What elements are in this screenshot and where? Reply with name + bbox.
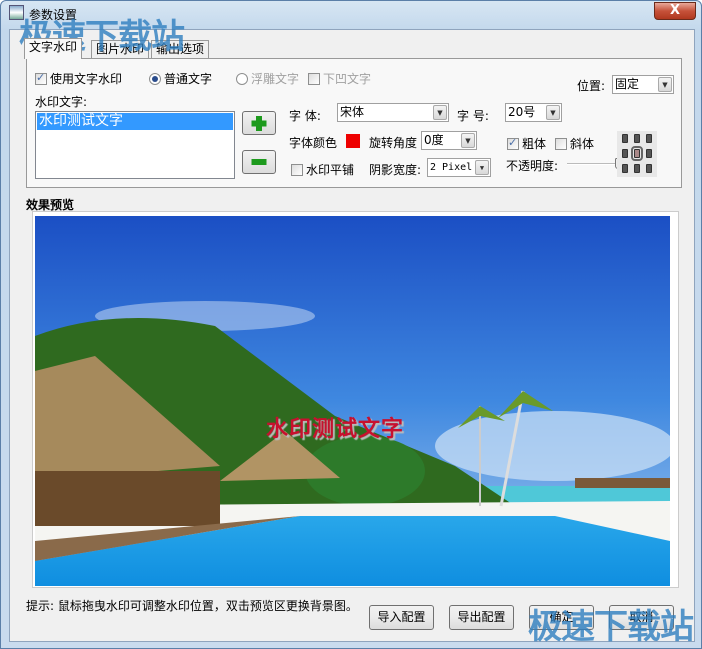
minus-icon: [251, 159, 267, 165]
checkbox-label: 下凹文字: [323, 72, 372, 86]
align-bottom-left[interactable]: [622, 164, 628, 173]
cancel-button[interactable]: 取消: [609, 605, 674, 630]
position-label: 位置:: [577, 79, 606, 93]
opacity-label: 不透明度:: [506, 159, 559, 173]
title-bar: 参数设置 X: [1, 1, 701, 25]
checkbox-label: 斜体: [570, 137, 595, 151]
align-bottom[interactable]: [634, 164, 640, 173]
tab-text-watermark[interactable]: 文字水印: [24, 38, 83, 59]
normal-text-radio[interactable]: 普通文字: [149, 70, 212, 87]
radio-icon: [236, 73, 248, 85]
checkbox-icon: [291, 164, 303, 176]
align-right[interactable]: [646, 149, 652, 158]
watermark-text-list[interactable]: 水印测试文字: [35, 111, 235, 179]
plus-icon: [251, 116, 267, 131]
align-top-left[interactable]: [622, 134, 628, 143]
window-title: 参数设置: [29, 8, 78, 22]
size-select[interactable]: 20号 ▼: [505, 103, 562, 122]
shadow-select[interactable]: 2 Pixel ▼: [427, 158, 491, 177]
size-value: 20号: [508, 105, 536, 119]
dialog-body: 文字水印 图片水印 输出选项 使用文字水印 普通文字 浮雕文字 下凹文字 位置:…: [9, 29, 695, 642]
list-item[interactable]: 水印测试文字: [37, 113, 233, 130]
chevron-down-icon: ▼: [475, 160, 489, 175]
preview-watermark-text[interactable]: 水印测试文字: [266, 411, 404, 443]
position-select[interactable]: 固定 ▼: [612, 75, 674, 94]
italic-checkbox[interactable]: 斜体: [555, 135, 594, 152]
align-left[interactable]: [622, 149, 628, 158]
import-config-button[interactable]: 导入配置: [369, 605, 434, 630]
chevron-down-icon: ▼: [433, 105, 447, 120]
tab-image-watermark[interactable]: 图片水印: [91, 40, 150, 58]
font-value: 宋体: [340, 105, 365, 119]
chevron-down-icon: ▼: [658, 77, 672, 92]
app-image-icon: [9, 5, 24, 20]
checkbox-label: 水印平铺: [306, 163, 355, 177]
shadow-value: 2 Pixel: [430, 162, 473, 173]
chevron-down-icon: ▼: [461, 133, 475, 148]
radio-icon: [149, 73, 161, 85]
align-top[interactable]: [634, 134, 640, 143]
tile-checkbox[interactable]: 水印平铺: [291, 161, 354, 178]
checkbox-icon: [507, 136, 519, 150]
tab-output-options[interactable]: 输出选项: [151, 40, 210, 58]
checkbox-label: 使用文字水印: [50, 72, 123, 86]
chevron-down-icon: ▼: [546, 105, 560, 120]
use-text-watermark-checkbox[interactable]: 使用文字水印: [35, 70, 122, 87]
align-bottom-right[interactable]: [646, 164, 652, 173]
checkbox-label: 粗体: [522, 137, 547, 151]
remove-text-button[interactable]: [242, 150, 276, 174]
hint-text: 提示: 鼠标拖曳水印可调整水印位置，双击预览区更换背景图。: [26, 599, 358, 613]
preview-background-image[interactable]: [35, 216, 670, 586]
align-center[interactable]: [631, 146, 643, 161]
watermark-text-label: 水印文字:: [35, 95, 88, 109]
checkbox-icon: [308, 73, 320, 85]
close-button[interactable]: X: [654, 2, 696, 20]
align-top-right[interactable]: [646, 134, 652, 143]
ok-button[interactable]: 确定: [529, 605, 594, 630]
checkbox-icon: [555, 138, 567, 150]
bold-checkbox[interactable]: 粗体: [507, 135, 546, 152]
export-config-button[interactable]: 导出配置: [449, 605, 514, 630]
rotate-value: 0度: [424, 133, 444, 147]
size-label: 字 号:: [457, 109, 489, 123]
text-watermark-panel: 使用文字水印 普通文字 浮雕文字 下凹文字 位置: 固定 ▼ 水印文字: 水印测试…: [26, 58, 682, 188]
font-select[interactable]: 宋体 ▼: [337, 103, 449, 122]
add-text-button[interactable]: [242, 111, 276, 135]
font-color-swatch[interactable]: [346, 134, 360, 148]
preview-area[interactable]: 水印测试文字: [32, 211, 679, 588]
radio-label: 普通文字: [164, 72, 213, 86]
alignment-grid[interactable]: [617, 131, 657, 177]
shadow-label: 阴影宽度:: [369, 163, 422, 177]
dialog-window: 参数设置 X 文字水印 图片水印 输出选项 使用文字水印 普通文字 浮雕文字 下…: [0, 0, 702, 649]
font-color-label: 字体颜色: [289, 136, 338, 150]
checkbox-icon: [35, 71, 47, 85]
emboss-text-radio[interactable]: 浮雕文字: [236, 70, 299, 87]
sunken-text-checkbox[interactable]: 下凹文字: [308, 70, 371, 87]
font-label: 字 体:: [289, 109, 321, 123]
rotate-select[interactable]: 0度 ▼: [421, 131, 477, 150]
position-value: 固定: [615, 77, 640, 91]
radio-label: 浮雕文字: [251, 72, 300, 86]
rotate-label: 旋转角度: [369, 136, 418, 150]
